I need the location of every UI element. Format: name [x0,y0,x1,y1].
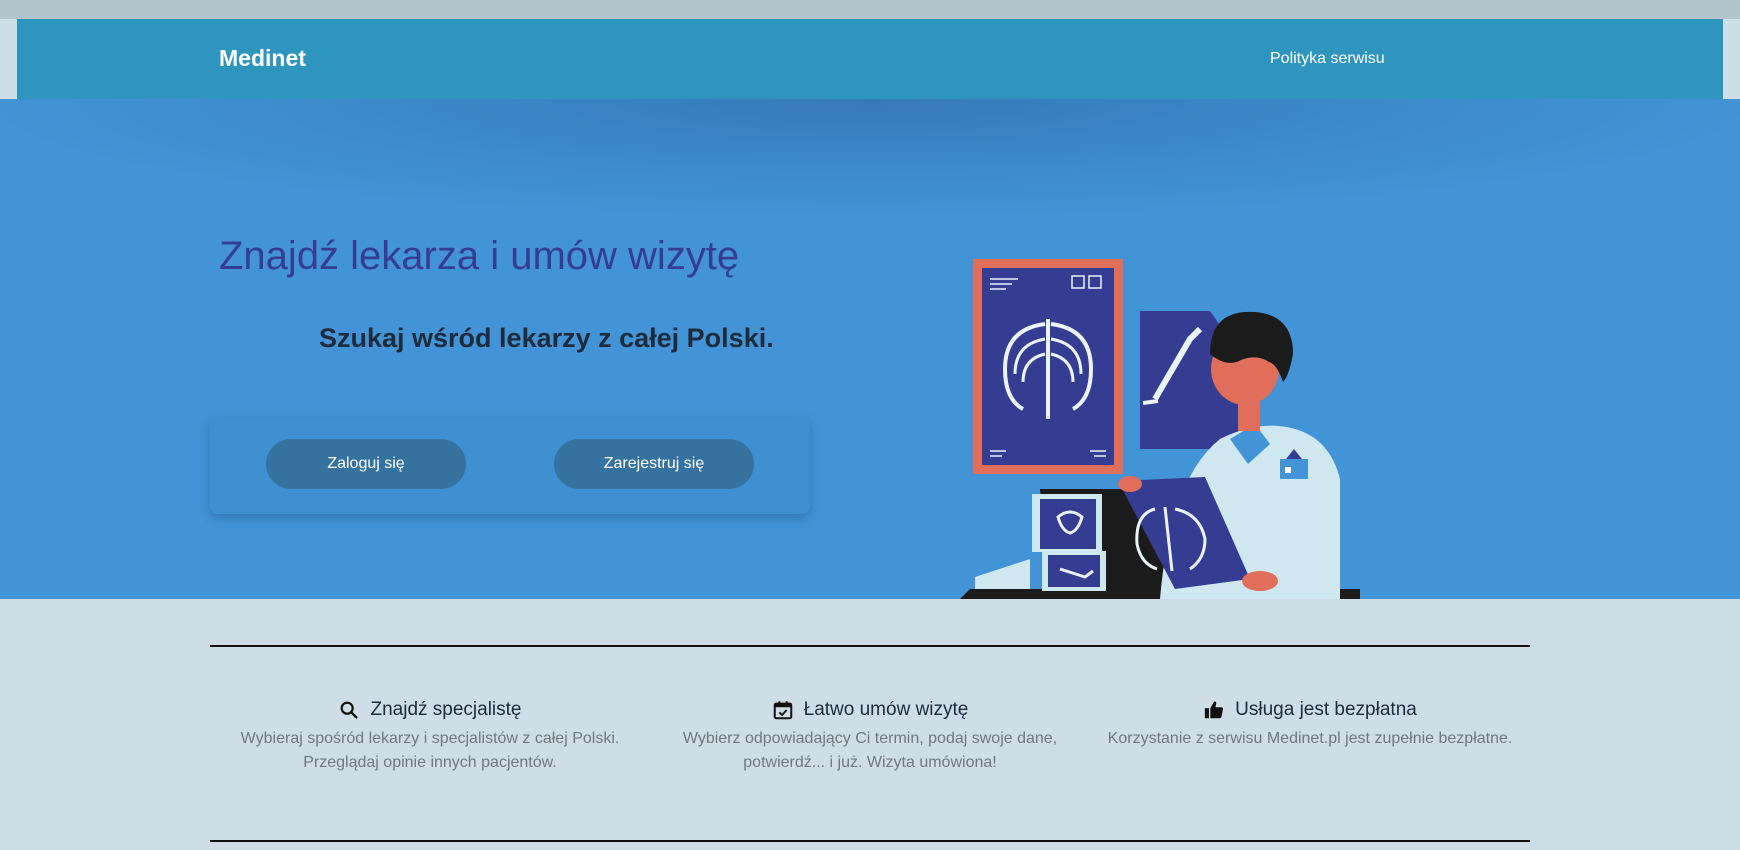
thumbs-up-icon [1204,701,1224,719]
navbar: Medinet Polityka serwisu [17,19,1723,99]
feature-desc-line: Wybieraj spośród lekarzy i specjalistów … [240,730,620,747]
feature-desc-line: Wybierz odpowiadający Ci termin, podaj s… [682,730,1058,747]
login-button[interactable]: Zaloguj się [266,439,466,489]
feature-title: Znajdź specjalistę [370,699,522,720]
brand-logo[interactable]: Medinet [219,45,306,72]
search-icon [341,701,359,719]
feature-book-visit: Łatwo umów wizytę Wybierz odpowiadający … [650,695,1090,775]
feature-find-specialist: Znajdź specjalistę Wybieraj spośród leka… [210,695,650,775]
top-strip [0,0,1740,19]
feature-title: Usługa jest bezpłatna [1235,699,1417,720]
feature-desc-line: Korzystanie z serwisu Medinet.pl jest zu… [1107,730,1513,747]
feature-title: Łatwo umów wizytę [803,699,969,720]
features-section: Znajdź specjalistę Wybieraj spośród leka… [210,695,1530,785]
hero-section: Znajdź lekarza i umów wizytę Szukaj wśró… [0,99,1740,599]
auth-button-card: Zaloguj się Zarejestruj się [210,417,810,514]
hero-subtitle: Szukaj wśród lekarzy z całej Polski. [319,323,774,353]
hero-title: Znajdź lekarza i umów wizytę [219,234,740,278]
divider-bottom [210,840,1530,842]
nav-link-policy[interactable]: Polityka serwisu [1270,50,1385,68]
divider-top [210,645,1530,647]
feature-free-service: Usługa jest bezpłatna Korzystanie z serw… [1090,695,1530,751]
doctor-xray-illustration [960,259,1360,599]
calendar-check-icon [773,701,792,720]
feature-desc-line: Przeglądaj opinie innych pacjentów. [303,754,557,771]
feature-desc-line: potwierdź... i już. Wizyta umówiona! [743,754,997,771]
register-button[interactable]: Zarejestruj się [554,439,754,489]
